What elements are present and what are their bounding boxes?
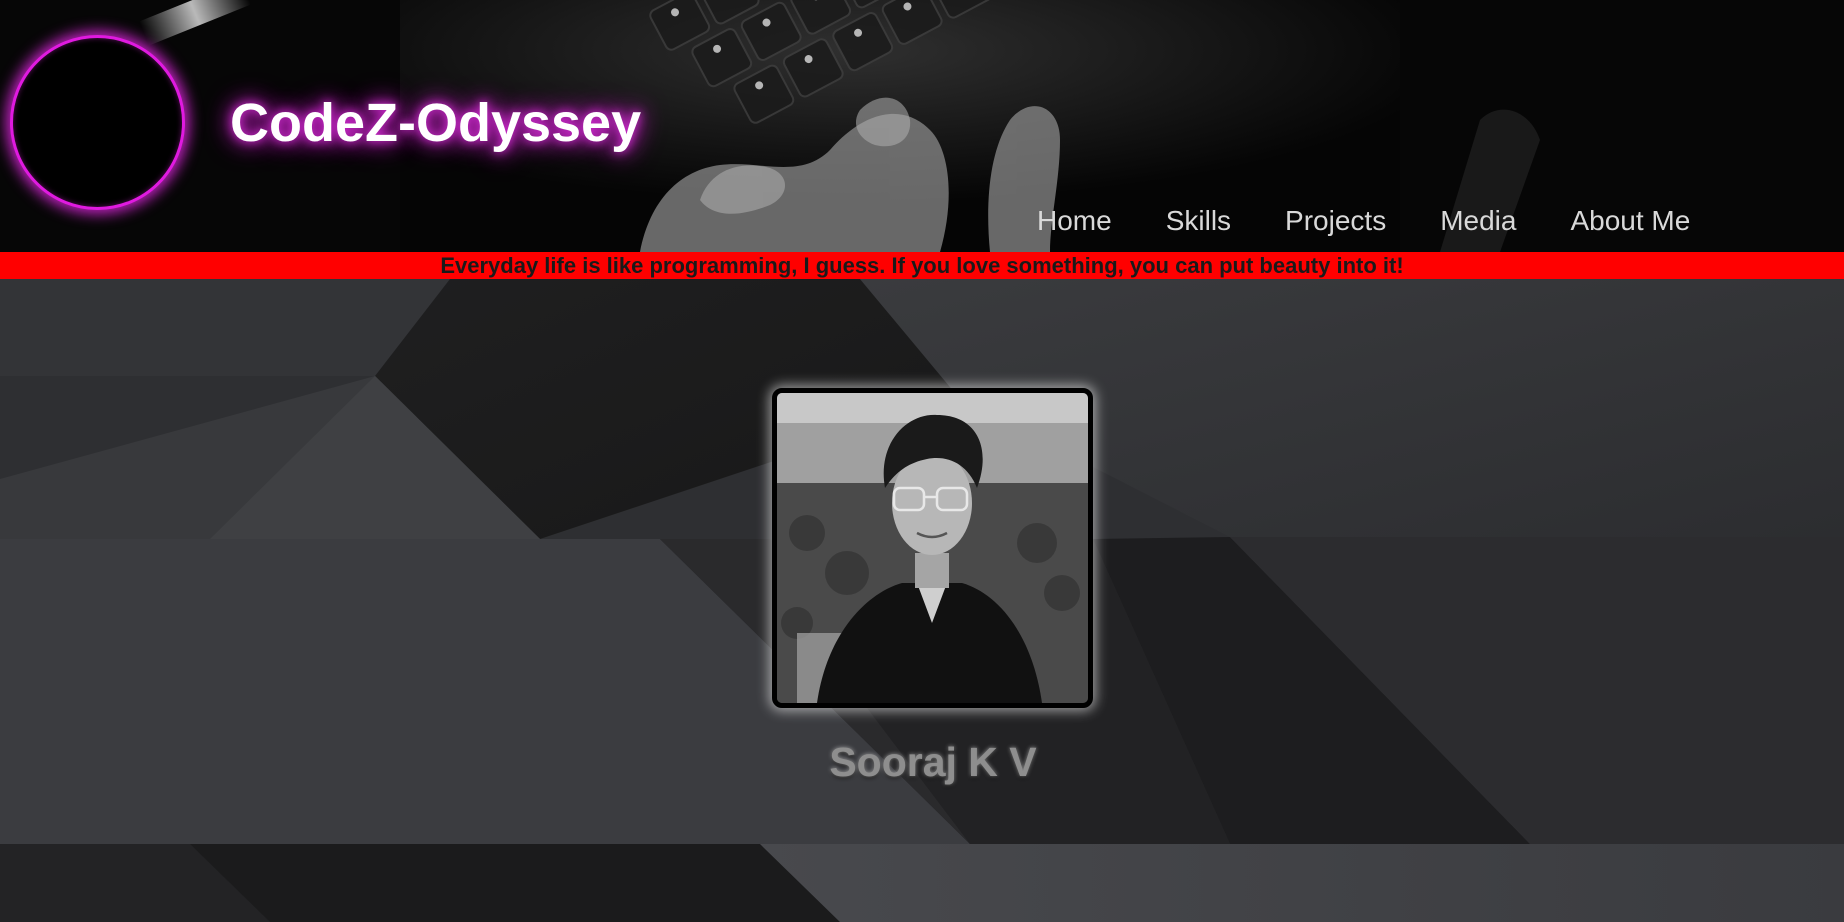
logo-circle-icon[interactable] [10,35,185,210]
site-header: CodeZ-Odyssey Home Skills Projects Media… [0,0,1844,252]
quote-banner: Everyday life is like programming, I gue… [0,252,1844,279]
nav-item-projects[interactable]: Projects [1258,203,1413,243]
profile-photo [772,388,1093,708]
main-nav: Home Skills Projects Media About Me [1010,203,1717,243]
nav-item-about-me[interactable]: About Me [1543,203,1717,243]
profile-name: Sooraj K V [829,739,1037,785]
nav-item-skills[interactable]: Skills [1139,203,1258,243]
profile-photo-image [777,393,1088,703]
nav-item-media[interactable]: Media [1413,203,1543,243]
hero-section: Sooraj K V [0,279,1844,922]
nav-item-home[interactable]: Home [1010,203,1139,243]
quote-text: Everyday life is like programming, I gue… [440,253,1404,278]
site-title[interactable]: CodeZ-Odyssey [230,92,641,154]
